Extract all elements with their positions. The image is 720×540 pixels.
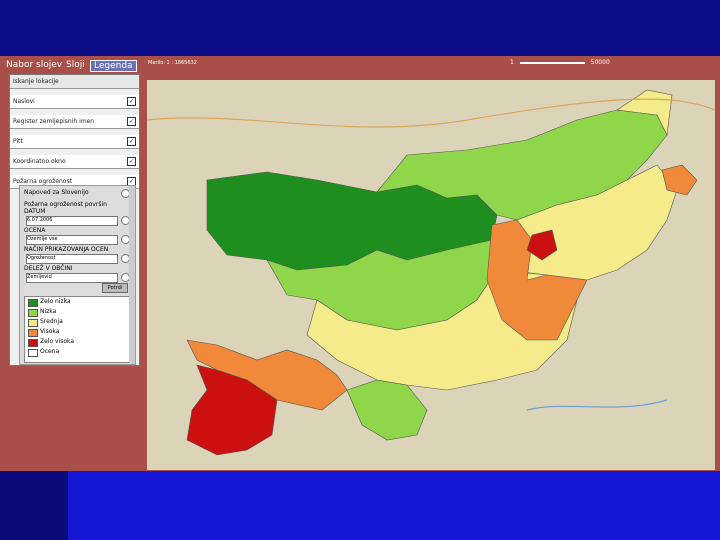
layer-checkbox[interactable]: ✓ — [127, 97, 136, 106]
region-label: OCENA — [24, 227, 46, 234]
level-label: DELEŽ V OBČINI — [24, 265, 73, 272]
scale-bar: 1 50000 — [510, 59, 610, 66]
scale-right: 50000 — [590, 59, 610, 66]
legend-label: Srednja — [40, 318, 63, 325]
confirm-button[interactable]: Potrdi — [102, 283, 128, 293]
scale-text: Merilo: 1 : 1865632 — [148, 60, 197, 66]
layer-label: Naslovi — [13, 98, 35, 105]
tab-legend[interactable]: Legenda — [90, 60, 137, 72]
legend-item: Zelo nizka — [25, 297, 129, 307]
legend-item: Ocena — [25, 347, 129, 357]
layer-label: Iskanje lokacije — [13, 78, 59, 85]
date-field[interactable]: 6.07.2006 — [26, 216, 118, 226]
tab-layer-set[interactable]: Nabor slojev — [6, 60, 62, 70]
sub-heading: Napoved za Slovenijo — [24, 189, 89, 196]
layer-row-search[interactable]: Iskanje lokacije — [10, 75, 139, 89]
layer-checkbox[interactable]: ✓ — [127, 157, 136, 166]
method-label: NAČIN PRIKAZOVANJA OCEN — [24, 246, 109, 253]
layer-row-pitt[interactable]: Pitt ✓ — [10, 135, 139, 149]
background-stripe-dark — [0, 471, 68, 540]
level-select[interactable]: Zemljevid — [26, 273, 118, 283]
sub-title: Požarna ogroženost površin — [24, 201, 107, 208]
region-select[interactable]: Ozemlje vse — [26, 235, 118, 245]
layer-row-coordinate[interactable]: Koordinatno okno ✓ — [10, 155, 139, 169]
legend-label: Zelo visoka — [40, 338, 75, 345]
legend-box: Zelo nizka Nizka Srednja Visoka Zelo vis… — [24, 296, 130, 363]
layer-label: Pitt — [13, 138, 23, 145]
scale-mid: 1 — [510, 59, 514, 66]
legend-label: Zelo nizka — [40, 298, 71, 305]
background-stripe-light — [68, 471, 720, 540]
tab-layers[interactable]: Sloji — [66, 60, 85, 70]
legend-swatch — [28, 349, 38, 357]
top-bar: Nabor slojev Sloji Legenda Merilo: 1 : 1… — [0, 56, 720, 74]
panel-scrollbar[interactable] — [129, 186, 135, 364]
gis-window: Nabor slojev Sloji Legenda Merilo: 1 : 1… — [0, 56, 720, 471]
legend-item: Nizka — [25, 307, 129, 317]
legend-swatch — [28, 329, 38, 337]
layer-label: Koordinatno okno — [13, 158, 66, 165]
legend-swatch — [28, 319, 38, 327]
fire-risk-subpanel: Napoved za Slovenijo Požarna ogroženost … — [19, 185, 136, 365]
legend-label: Ocena — [40, 348, 60, 355]
legend-swatch — [28, 339, 38, 347]
map-canvas[interactable] — [147, 80, 715, 470]
legend-item: Visoka — [25, 327, 129, 337]
layer-label: Register zemljepisnih imen — [13, 118, 95, 125]
layer-checkbox[interactable]: ✓ — [127, 137, 136, 146]
legend-swatch — [28, 299, 38, 307]
legend-item: Zelo visoka — [25, 337, 129, 347]
legend-swatch — [28, 309, 38, 317]
legend-label: Nizka — [40, 308, 57, 315]
layer-label: Požarna ogroženost — [13, 178, 72, 185]
legend-item: Srednja — [25, 317, 129, 327]
layer-row-addresses[interactable]: Naslovi ✓ — [10, 95, 139, 109]
slovenia-map — [147, 80, 715, 470]
layer-checkbox[interactable]: ✓ — [127, 117, 136, 126]
method-select[interactable]: Ogroženost — [26, 254, 118, 264]
layer-row-names[interactable]: Register zemljepisnih imen ✓ — [10, 115, 139, 129]
legend-label: Visoka — [40, 328, 60, 335]
layers-panel: Iskanje lokacije Naslovi ✓ Register zeml… — [9, 74, 140, 366]
scale-line — [519, 61, 585, 64]
date-label: DATUM — [24, 208, 46, 215]
